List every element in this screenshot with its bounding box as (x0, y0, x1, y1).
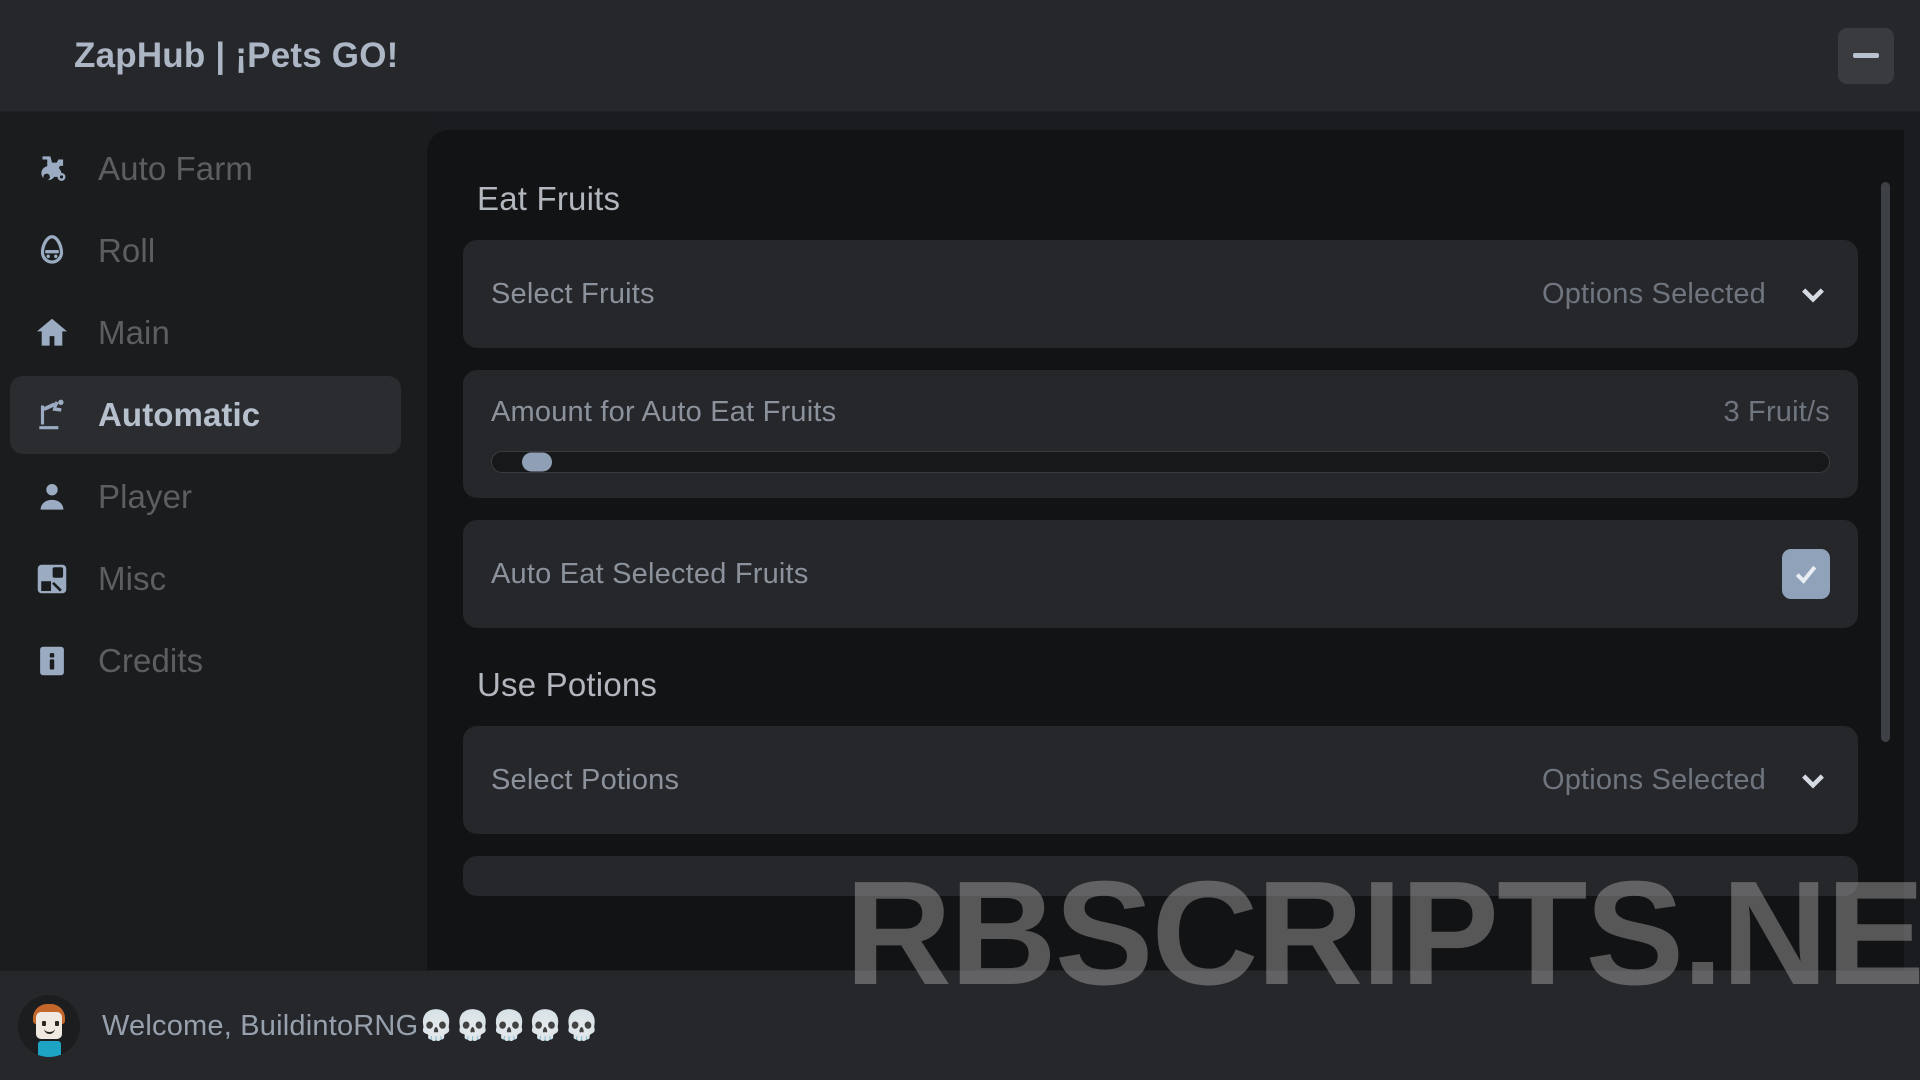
sidebar-item-label: Roll (98, 232, 156, 269)
sidebar-item-credits[interactable]: Credits (10, 622, 401, 700)
welcome-message: Welcome, BuildintoRNG💀💀💀💀💀 (102, 1009, 600, 1042)
sidebar-item-automatic[interactable]: Automatic (10, 376, 401, 454)
body-area: Auto Farm Roll Main Automatic Player Mis… (0, 112, 1920, 970)
section-title-use-potions: Use Potions (477, 666, 658, 703)
select-potions-right: Options Selected (1542, 763, 1830, 797)
amount-auto-eat-fruits-slider-card: Amount for Auto Eat Fruits 3 Fruit/s (463, 370, 1858, 498)
select-fruits-label: Select Fruits (491, 277, 655, 310)
select-fruits-right: Options Selected (1542, 277, 1830, 311)
select-fruits-dropdown[interactable]: Select Fruits Options Selected (463, 240, 1858, 348)
robot-arm-icon (32, 395, 72, 435)
section-title-eat-fruits: Eat Fruits (477, 180, 621, 217)
sidebar-item-auto-farm[interactable]: Auto Farm (10, 130, 401, 208)
title-bar: ZapHub | ¡Pets GO! (0, 0, 1920, 112)
sidebar-item-label: Automatic (98, 396, 261, 433)
avatar-eye-left (42, 1020, 46, 1026)
auto-eat-selected-fruits-row[interactable]: Auto Eat Selected Fruits (463, 520, 1858, 628)
check-icon (1795, 565, 1817, 584)
avatar-body (38, 1040, 61, 1057)
next-row-partial[interactable] (463, 856, 1858, 896)
minimize-icon (1853, 53, 1879, 58)
slider-thumb[interactable] (521, 452, 552, 471)
auto-eat-selected-fruits-checkbox[interactable] (1782, 549, 1830, 599)
content-scrollbar[interactable] (1881, 182, 1890, 742)
minimize-button[interactable] (1838, 27, 1894, 84)
amount-auto-eat-fruits-slider[interactable] (491, 450, 1830, 473)
amount-auto-eat-fruits-value: 3 Fruit/s (1723, 395, 1830, 428)
sidebar-item-roll[interactable]: Roll (10, 212, 401, 290)
auto-eat-selected-fruits-label: Auto Eat Selected Fruits (491, 557, 809, 590)
sidebar-item-label: Player (98, 478, 193, 515)
tractor-icon (32, 149, 72, 189)
avatar (18, 994, 80, 1057)
select-fruits-value: Options Selected (1541, 277, 1766, 310)
person-icon (32, 477, 72, 517)
sidebar-item-player[interactable]: Player (10, 458, 401, 536)
slider-header: Amount for Auto Eat Fruits 3 Fruit/s (491, 396, 1830, 429)
window-title: ZapHub | ¡Pets GO! (74, 35, 399, 75)
dashboard-icon (32, 559, 72, 599)
home-icon (32, 313, 72, 353)
sidebar-item-label: Misc (98, 560, 167, 597)
info-icon (32, 641, 72, 681)
user-bar: Welcome, BuildintoRNG💀💀💀💀💀 (0, 970, 1920, 1080)
sidebar: Auto Farm Roll Main Automatic Player Mis… (0, 112, 427, 970)
sidebar-item-main[interactable]: Main (10, 294, 401, 372)
zaphub-window: ZapHub | ¡Pets GO! Auto Farm Roll Main A… (0, 0, 1920, 1080)
avatar-eye-right (55, 1020, 59, 1026)
select-potions-label: Select Potions (491, 763, 680, 796)
chevron-down-icon[interactable] (1796, 277, 1830, 311)
sidebar-item-misc[interactable]: Misc (10, 540, 401, 618)
sidebar-item-label: Credits (98, 642, 204, 679)
egg-icon (32, 231, 72, 271)
content-panel: Eat Fruits Select Fruits Options Selecte… (427, 130, 1904, 970)
sidebar-item-label: Main (98, 314, 170, 351)
select-potions-dropdown[interactable]: Select Potions Options Selected (463, 726, 1858, 834)
chevron-down-icon[interactable] (1796, 763, 1830, 797)
sidebar-item-label: Auto Farm (98, 150, 253, 187)
select-potions-value: Options Selected (1541, 763, 1766, 796)
amount-auto-eat-fruits-label: Amount for Auto Eat Fruits (491, 395, 837, 428)
